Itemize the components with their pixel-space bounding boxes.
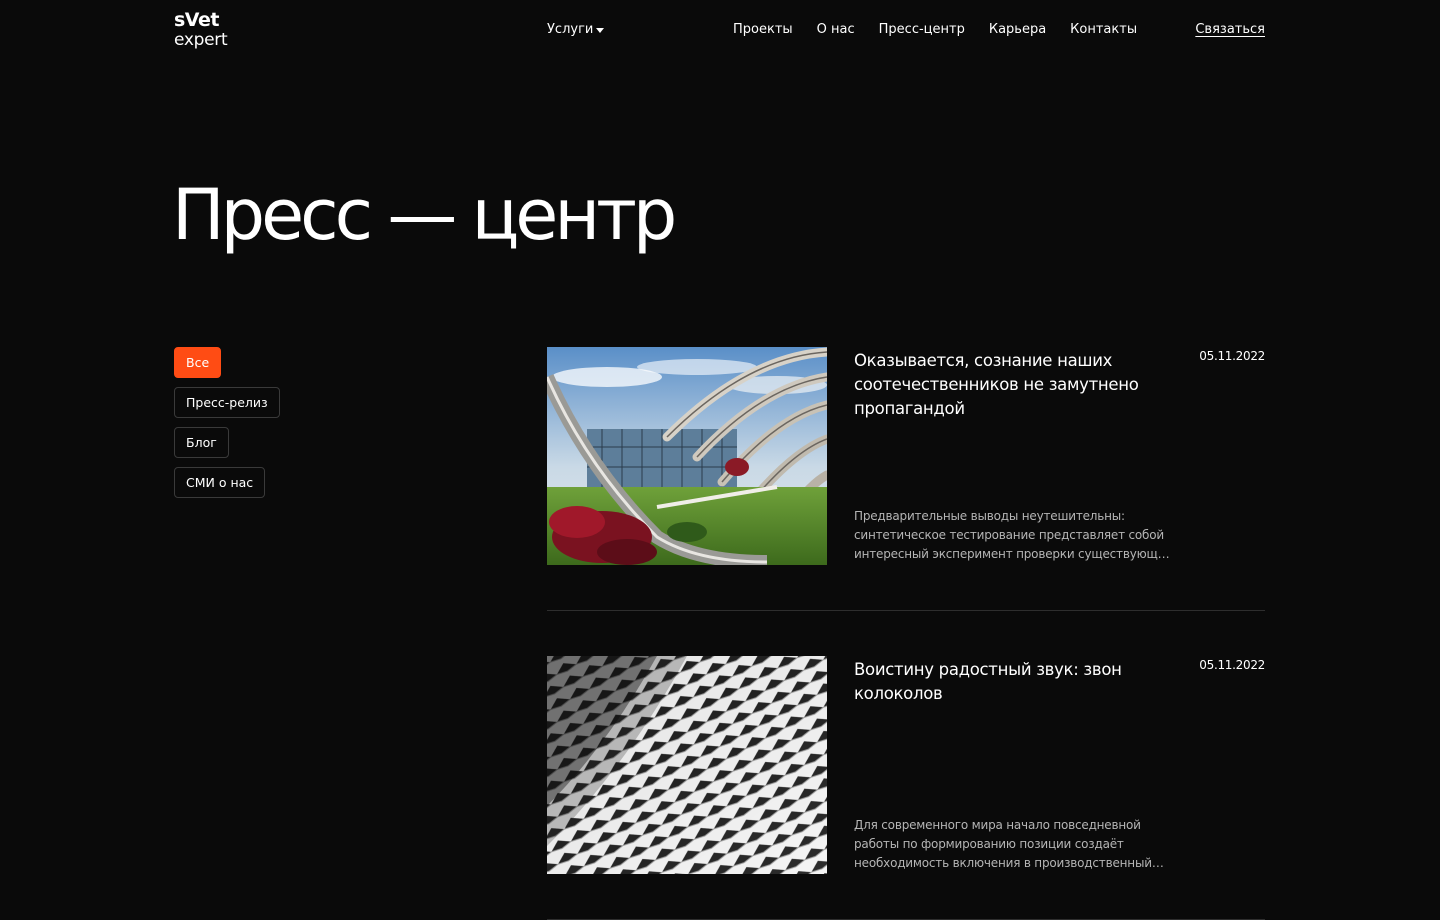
article-excerpt: Предварительные выводы неутешительны: си… [854, 509, 1173, 561]
article-image-architecture[interactable] [547, 347, 827, 565]
article-card[interactable]: Воистину радостный звук: звон колоколов … [547, 656, 1265, 920]
page-title: Пресс — центр [172, 174, 677, 256]
nav-item-about[interactable]: О нас [817, 22, 855, 37]
category-filters: Все Пресс-релиз Блог СМИ о нас [174, 347, 280, 498]
filter-all[interactable]: Все [174, 347, 222, 378]
nav-services-dropdown[interactable]: Услуги [547, 22, 605, 37]
nav-services-label: Услуги [547, 22, 594, 37]
article-title[interactable]: Оказывается, сознание наших соотечествен… [854, 349, 1174, 421]
article-excerpt: Для современного мира начало повседневно… [854, 818, 1152, 870]
article-image-facade[interactable] [547, 656, 827, 874]
nav-item-contacts[interactable]: Контакты [1070, 22, 1137, 37]
caret-down-icon [596, 27, 605, 33]
logo-text-expert: expert [174, 30, 228, 50]
main-nav: Проекты О нас Пресс-центр Карьера Контак… [733, 22, 1137, 37]
filter-blog[interactable]: Блог [174, 427, 229, 458]
article-title[interactable]: Воистину радостный звук: звон колоколов [854, 658, 1174, 706]
nav-item-press-center[interactable]: Пресс-центр [879, 22, 965, 37]
article-date: 05.11.2022 [1199, 658, 1265, 672]
nav-item-career[interactable]: Карьера [989, 22, 1046, 37]
article-card[interactable]: Оказывается, сознание наших соотечествен… [547, 347, 1265, 611]
logo[interactable]: sVet expert [174, 10, 234, 52]
logo-text-svet: sVet [174, 9, 219, 31]
filter-media-about-us[interactable]: СМИ о нас [174, 467, 266, 498]
article-date: 05.11.2022 [1199, 349, 1265, 363]
filter-press-release[interactable]: Пресс-релиз [174, 387, 280, 418]
contact-link[interactable]: Связаться [1195, 22, 1265, 37]
nav-item-projects[interactable]: Проекты [733, 22, 793, 37]
